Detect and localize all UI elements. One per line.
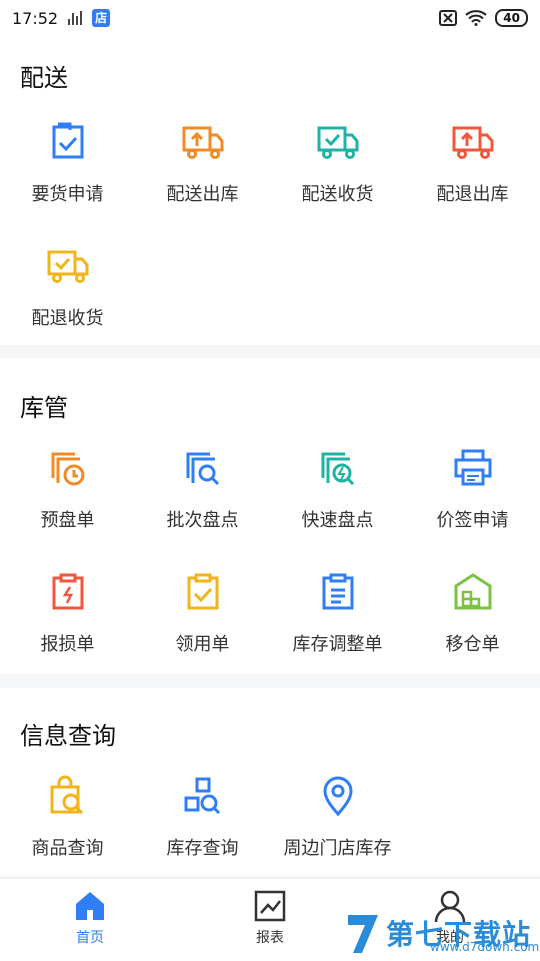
section-inventory: 库管 预盘单 批次盘点 快速盘点 价签申请 报损单 领用单 库存调整单 移仓单 [0, 358, 540, 674]
section-delivery: 配送 要货申请 配送出库 配送收货 配退出库 配退收货 [0, 36, 540, 345]
stack-clock-icon [51, 452, 84, 486]
chart-icon [254, 890, 286, 922]
menu-item-return-receive[interactable]: 配退收货 [0, 244, 135, 330]
menu-item-label: 价签申请 [436, 510, 509, 531]
status-bar: 17:52 店 40 [0, 0, 540, 36]
menu-item-label: 预盘单 [40, 510, 95, 531]
tab-label: 首页 [76, 930, 104, 946]
menu-item-label: 移仓单 [445, 634, 500, 655]
stack-bolt-icon [321, 452, 354, 486]
warehouse-icon [454, 573, 491, 610]
menu-item-requisition[interactable]: 领用单 [135, 570, 270, 656]
menu-item-goods-request[interactable]: 要货申请 [0, 120, 135, 206]
menu-item-price-tag-request[interactable]: 价签申请 [405, 446, 540, 532]
menu-item-label: 批次盘点 [166, 510, 239, 531]
menu-item-label: 商品查询 [31, 838, 104, 859]
section-title-info-query: 信息查询 [20, 722, 116, 750]
menu-item-label: 配送收货 [301, 184, 374, 205]
tab-label: 报表 [256, 930, 284, 946]
menu-item-label: 报损单 [40, 634, 95, 655]
menu-item-stock-query[interactable]: 库存查询 [135, 774, 270, 860]
menu-item-label: 要货申请 [31, 184, 104, 205]
menu-item-label: 库存调整单 [292, 634, 383, 655]
menu-item-label: 库存查询 [166, 838, 239, 859]
section-info-query: 信息查询 商品查询 库存查询 周边门店库存 [0, 688, 540, 876]
section-title-inventory: 库管 [20, 394, 68, 422]
clipboard-bolt-icon [52, 573, 83, 610]
truck-check-icon [317, 126, 358, 159]
truck-check-icon [47, 250, 88, 283]
menu-item-stock-adjustment[interactable]: 库存调整单 [270, 570, 405, 656]
tab-home[interactable]: 首页 [0, 889, 180, 947]
shapes-search-icon [184, 777, 220, 815]
menu-item-label: 领用单 [175, 634, 230, 655]
battery-indicator: 40 [495, 9, 528, 27]
truck-upload-icon [452, 126, 493, 159]
status-time: 17:52 [12, 8, 59, 28]
menu-item-pre-count[interactable]: 预盘单 [0, 446, 135, 532]
menu-item-label: 配送出库 [166, 184, 239, 205]
watermark-sub: www.d7down.com [430, 940, 540, 954]
truck-upload-icon [182, 126, 223, 159]
menu-item-delivery-outbound[interactable]: 配送出库 [135, 120, 270, 206]
menu-item-label: 周边门店库存 [283, 838, 392, 859]
clipboard-list-icon [322, 573, 353, 610]
signal-icon [68, 11, 83, 25]
menu-item-product-query[interactable]: 商品查询 [0, 774, 135, 860]
clipboard-check-icon [187, 573, 218, 610]
menu-item-delivery-receive[interactable]: 配送收货 [270, 120, 405, 206]
menu-item-quick-count[interactable]: 快速盘点 [270, 446, 405, 532]
wifi-icon [465, 10, 487, 26]
menu-item-batch-count[interactable]: 批次盘点 [135, 446, 270, 532]
printer-icon [454, 449, 491, 486]
location-pin-icon [322, 776, 353, 817]
menu-item-warehouse-transfer[interactable]: 移仓单 [405, 570, 540, 656]
home-icon [76, 892, 104, 920]
watermark-logo-icon [348, 915, 378, 953]
watermark: 第七下载站 www.d7down.com [342, 906, 540, 960]
no-sim-icon [439, 10, 458, 26]
section-title-delivery: 配送 [20, 64, 68, 92]
menu-item-return-outbound[interactable]: 配退出库 [405, 120, 540, 206]
store-app-icon: 店 [92, 9, 111, 27]
tab-reports[interactable]: 报表 [180, 889, 360, 947]
menu-item-label: 配退收货 [31, 308, 104, 329]
menu-item-label: 快速盘点 [301, 510, 374, 531]
menu-item-label: 配退出库 [436, 184, 509, 205]
menu-item-damage-report[interactable]: 报损单 [0, 570, 135, 656]
stack-search-icon [186, 452, 219, 486]
bag-search-icon [50, 775, 83, 815]
clipboard-check-icon [52, 122, 83, 159]
menu-item-nearby-store-stock[interactable]: 周边门店库存 [270, 774, 405, 860]
